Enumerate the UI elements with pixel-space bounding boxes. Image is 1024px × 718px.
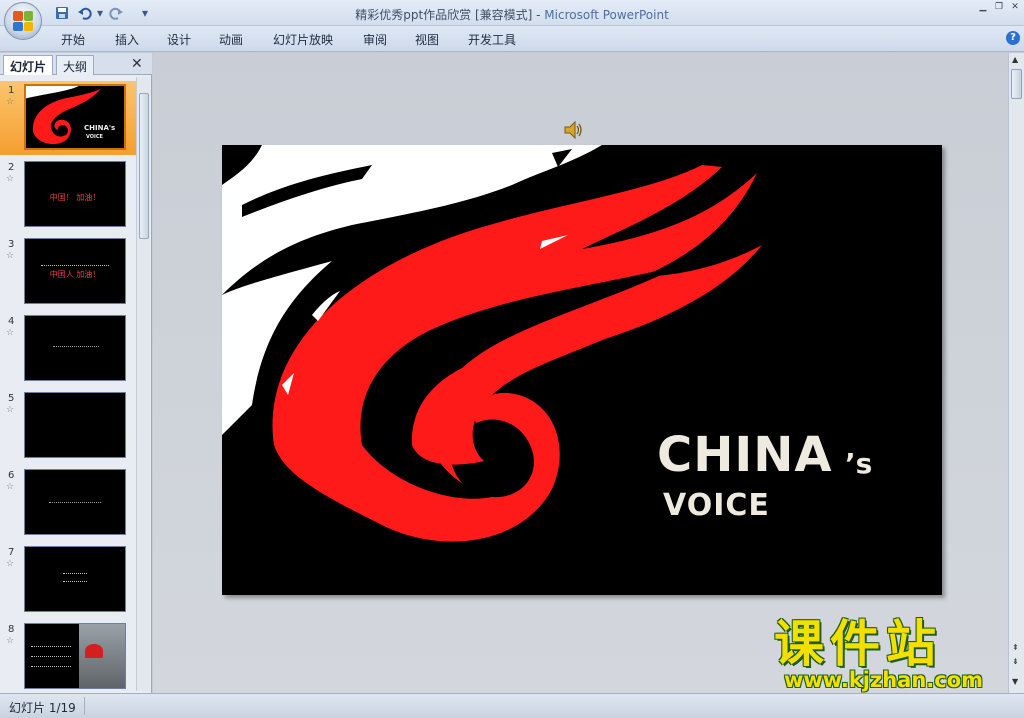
pane-tabs: 幻灯片 大纲 ✕ [0, 53, 152, 75]
current-slide[interactable]: CHINA ’s VOICE [222, 145, 942, 595]
help-icon[interactable]: ? [1006, 31, 1020, 45]
thumbnail-image: 中国！ 加油！ [24, 161, 126, 227]
slide-scrollbar[interactable]: ▲ ⇞ ⇟ ▼ [1008, 53, 1024, 693]
minimize-button[interactable]: ▁ [976, 2, 990, 14]
thumb-text-line [53, 346, 99, 347]
slide-thumbnail-7[interactable]: 7 ☆ [0, 543, 136, 617]
slide-number: 2 [8, 162, 15, 173]
thumb-subtitle-text: VOICE [86, 134, 103, 140]
animation-star-icon: ☆ [6, 482, 15, 492]
slide-number: 5 [8, 393, 15, 404]
slide-thumbnail-3[interactable]: 3 ☆ 中国人 加油！ [0, 235, 136, 309]
slide-title: CHINA [657, 427, 833, 483]
thumbnail-image [24, 546, 126, 612]
office-button[interactable] [4, 2, 42, 40]
window-title: 精彩优秀ppt作品欣赏 [兼容模式] - Microsoft PowerPoin… [0, 6, 1024, 23]
animation-star-icon: ☆ [6, 559, 15, 569]
previous-slide-icon[interactable]: ⇞ [1012, 643, 1019, 652]
thumb-text-line [63, 581, 87, 582]
slide-subtitle: VOICE [663, 488, 770, 523]
thumb-text: 中国人 加油！ [49, 270, 101, 279]
restore-button[interactable]: ❐ [992, 2, 1006, 14]
umbrella-shape [85, 644, 103, 658]
slide-number: 6 [8, 470, 15, 481]
thumb-text-line [49, 502, 101, 503]
tab-review[interactable]: 审阅 [363, 31, 387, 48]
slide-number: 3 [8, 239, 15, 250]
status-bar: 幻灯片 1/19 [0, 693, 1024, 718]
application-name: Microsoft PowerPoint [544, 8, 669, 22]
slide-thumbnail-5[interactable]: 5 ☆ [0, 389, 136, 463]
slide-scroll-thumb[interactable] [1011, 69, 1022, 99]
slide-editor: CHINA ’s VOICE [153, 53, 1008, 693]
slide-title-suffix: ’s [845, 447, 873, 480]
thumbnail-list: 1 ☆ CHINA's VOICE 2 ☆ 中国！ 加油！ 3 ☆ 中国人 加油… [0, 77, 136, 693]
slide-thumbnail-8[interactable]: 8 ☆ [0, 620, 136, 693]
slide-number: 8 [8, 624, 15, 635]
tab-design[interactable]: 设计 [167, 31, 191, 48]
thumb-text-line [31, 646, 71, 647]
thumb-text-line [63, 573, 87, 574]
thumbnail-image: 中国人 加油！ [24, 238, 126, 304]
tab-view[interactable]: 视图 [415, 31, 439, 48]
pane-scrollbar[interactable] [136, 77, 150, 691]
thumb-photo [79, 624, 125, 688]
slide-thumbnail-2[interactable]: 2 ☆ 中国！ 加油！ [0, 158, 136, 232]
slide-number: 7 [8, 547, 15, 558]
animation-star-icon: ☆ [6, 251, 15, 261]
speaker-icon[interactable] [562, 119, 584, 141]
thumbnail-image: CHINA's VOICE [24, 84, 126, 150]
animation-star-icon: ☆ [6, 174, 15, 184]
close-button[interactable]: ✕ [1008, 2, 1022, 14]
tab-developer[interactable]: 开发工具 [468, 31, 516, 48]
slide-thumbnail-1[interactable]: 1 ☆ CHINA's VOICE [0, 81, 136, 155]
thumb-text-line [31, 656, 71, 657]
animation-star-icon: ☆ [6, 97, 15, 107]
ribbon-tabs: 开始 插入 设计 动画 幻灯片放映 审阅 视图 开发工具 ? [0, 26, 1024, 52]
thumb-text-line [41, 265, 109, 267]
pane-scroll-thumb[interactable] [139, 93, 149, 239]
tab-insert[interactable]: 插入 [115, 31, 139, 48]
slide-number: 4 [8, 316, 15, 327]
flame-brush-logo [222, 145, 942, 595]
tab-slideshow[interactable]: 幻灯片放映 [273, 31, 333, 48]
thumbnail-image [24, 623, 126, 689]
thumbnail-image [24, 315, 126, 381]
thumbnail-image [24, 392, 126, 458]
slide-number: 1 [8, 85, 15, 96]
next-slide-icon[interactable]: ⇟ [1012, 657, 1019, 666]
thumb-title-text: CHINA's [84, 124, 116, 132]
document-name: 精彩优秀ppt作品欣赏 [兼容模式] [355, 8, 533, 22]
tab-animations[interactable]: 动画 [219, 31, 243, 48]
status-divider [84, 697, 85, 715]
slide-counter: 幻灯片 1/19 [9, 701, 76, 715]
scroll-up-icon[interactable]: ▲ [1012, 55, 1018, 64]
slide-thumbnail-4[interactable]: 4 ☆ [0, 312, 136, 386]
tab-slides[interactable]: 幻灯片 [3, 55, 54, 75]
thumb-text-line [31, 666, 71, 667]
watermark-url: www.kjzhan.com [784, 668, 984, 692]
animation-star-icon: ☆ [6, 328, 15, 338]
watermark-logo: 课件站 www.kjzhan.com [774, 616, 1006, 692]
thumbnail-image [24, 469, 126, 535]
tab-home[interactable]: 开始 [61, 31, 85, 48]
thumb-text: 中国！ 加油！ [49, 193, 101, 202]
animation-star-icon: ☆ [6, 405, 15, 415]
close-pane-icon[interactable]: ✕ [131, 56, 143, 72]
tab-outline[interactable]: 大纲 [56, 55, 95, 75]
animation-star-icon: ☆ [6, 636, 15, 646]
watermark-chinese: 课件站 [774, 615, 942, 673]
scroll-down-icon[interactable]: ▼ [1012, 677, 1018, 686]
slide-thumbnail-6[interactable]: 6 ☆ [0, 466, 136, 540]
title-separator: - [532, 8, 545, 22]
title-bar: ▾ ▾ 精彩优秀ppt作品欣赏 [兼容模式] - Microsoft Power… [0, 0, 1024, 26]
office-logo-icon [13, 11, 33, 31]
slides-pane: 幻灯片 大纲 ✕ 1 ☆ CHINA's VOICE 2 ☆ 中国！ 加油！ 3… [0, 53, 152, 693]
